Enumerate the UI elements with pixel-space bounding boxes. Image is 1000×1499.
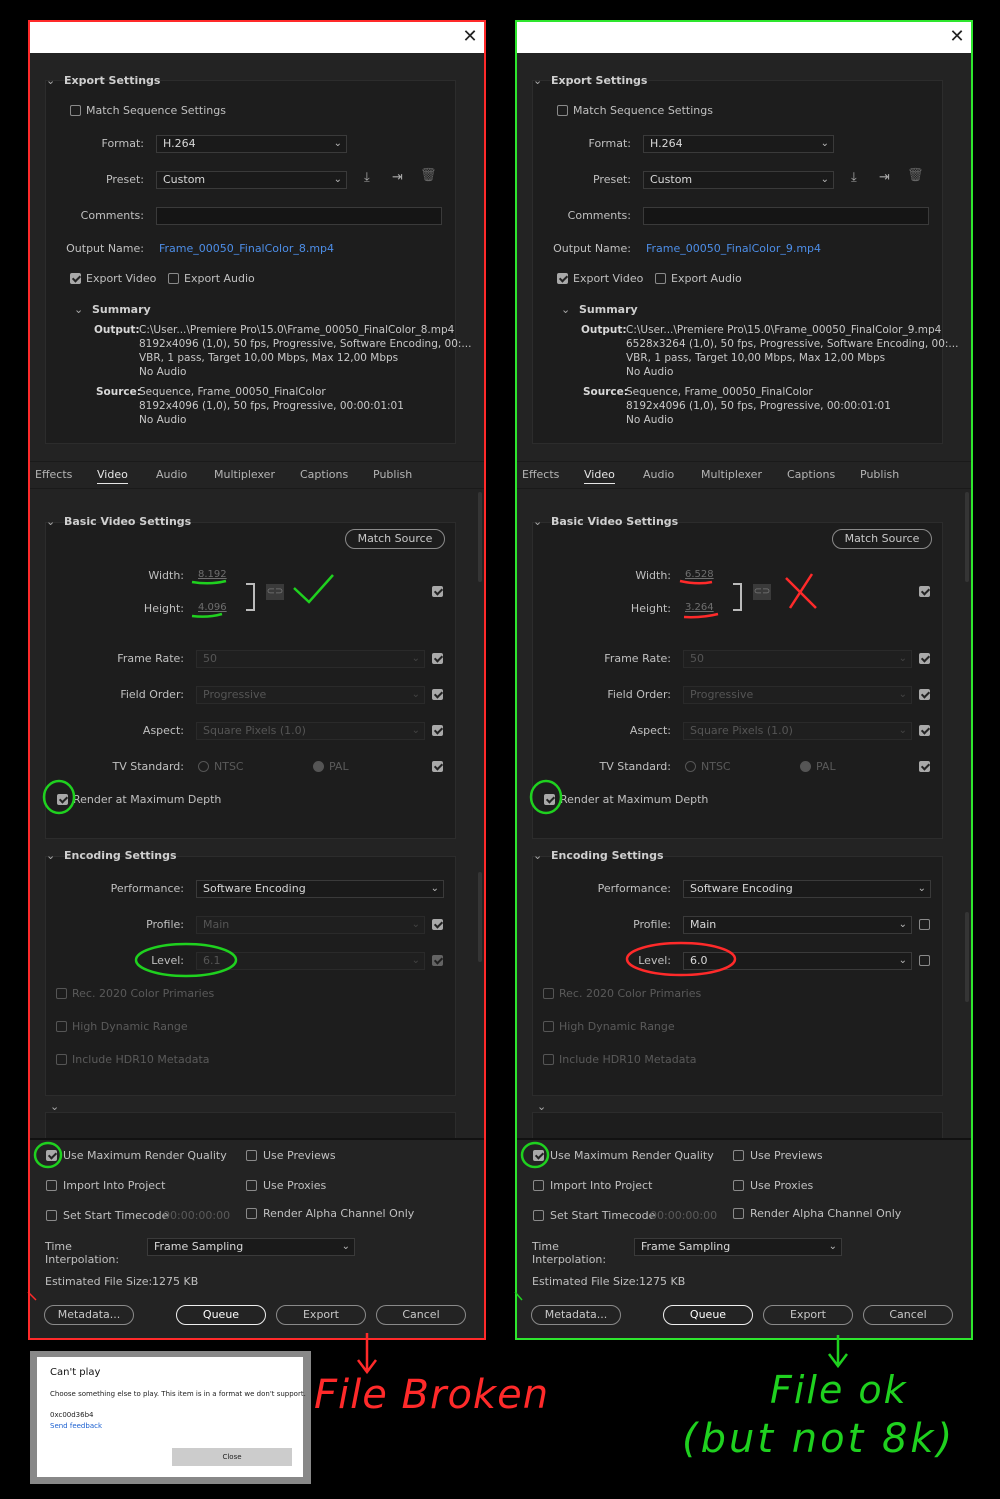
error-code: 0xc00d36b4 xyxy=(50,1411,94,1419)
error-dialog-frame: Can't play Choose something else to play… xyxy=(30,1351,311,1484)
circle-mark xyxy=(134,942,238,978)
underline-mark xyxy=(191,579,227,585)
error-dialog: Can't play Choose something else to play… xyxy=(37,1357,306,1477)
circle-mark xyxy=(625,941,737,977)
edge-tick xyxy=(514,1291,523,1301)
error-message: Choose something else to play. This item… xyxy=(50,1390,306,1398)
annotation-not-8k: (but not 8k) xyxy=(682,1416,956,1462)
arrow-down-icon xyxy=(357,1333,377,1375)
circle-mark xyxy=(42,779,76,815)
edge-tick xyxy=(27,1291,37,1301)
circle-mark xyxy=(520,1141,550,1169)
send-feedback-link[interactable]: Send feedback xyxy=(50,1422,102,1430)
underline-mark xyxy=(679,579,713,585)
annotation-file-ok: File ok xyxy=(770,1368,908,1412)
checkmark-icon xyxy=(293,574,334,604)
annotation-file-broken: File Broken xyxy=(314,1372,550,1418)
circle-mark xyxy=(529,779,563,815)
underline-mark xyxy=(191,612,223,618)
circle-mark xyxy=(33,1141,63,1169)
arrow-down-icon xyxy=(828,1335,848,1369)
underline-mark xyxy=(683,612,719,619)
close-button[interactable]: Close xyxy=(172,1448,292,1466)
annotation-overlay xyxy=(27,573,848,1375)
x-mark-icon xyxy=(785,573,817,609)
error-title: Can't play xyxy=(50,1367,101,1378)
